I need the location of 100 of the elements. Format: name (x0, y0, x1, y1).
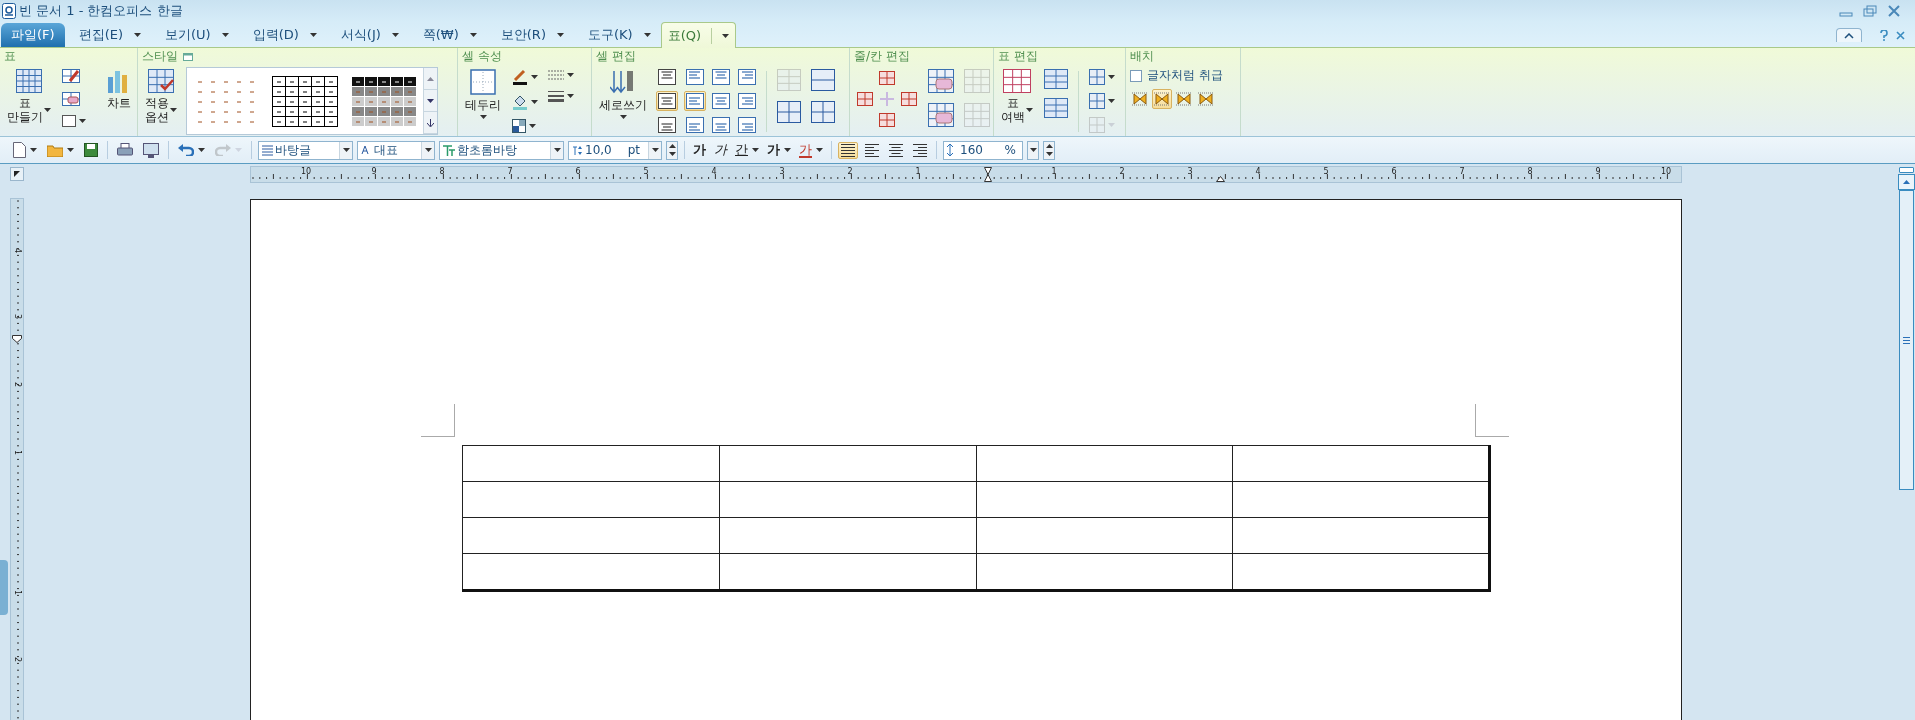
margin-marker-icon[interactable] (984, 167, 992, 182)
outline-button[interactable]: 가 (765, 141, 793, 159)
align-button[interactable] (886, 141, 906, 159)
table-cell[interactable] (719, 517, 976, 554)
print-button[interactable] (114, 141, 136, 159)
row-height-button[interactable] (1042, 67, 1070, 91)
ruler-number: 4 (1255, 167, 1261, 176)
table-cell[interactable] (462, 481, 720, 518)
scrollbar-thumb[interactable] (1899, 190, 1914, 490)
indent-marker-icon[interactable] (1216, 176, 1225, 182)
merge-cells-button[interactable] (809, 99, 837, 125)
text-wrap-button[interactable] (1130, 89, 1150, 109)
cell-align-button[interactable] (710, 91, 732, 111)
table-margin-button[interactable]: 표 여백 (998, 67, 1036, 126)
table-cell[interactable] (719, 445, 976, 482)
table-style-preview[interactable] (271, 74, 339, 128)
cell-align-button[interactable] (736, 115, 758, 135)
chart-button[interactable]: 차트 (104, 67, 134, 112)
line-spacing-field[interactable]: 160 % (943, 140, 1023, 160)
split-cells-button[interactable] (775, 99, 803, 125)
vertical-writing-button[interactable]: 세로쓰기 (596, 67, 650, 121)
print-preview-button[interactable] (140, 140, 162, 160)
close-icon[interactable] (1887, 5, 1901, 17)
menu-tab[interactable]: 표(Q) (660, 22, 737, 48)
table-cell[interactable] (719, 481, 976, 518)
align-button[interactable] (838, 141, 858, 159)
line-type-button[interactable] (546, 67, 576, 83)
vertical-align-button[interactable] (656, 115, 678, 135)
line-spacing-dropdown[interactable] (1027, 140, 1039, 160)
table-cell[interactable] (462, 517, 720, 554)
menu-tab[interactable]: 입력(D) (238, 23, 327, 47)
cell-align-button[interactable] (710, 115, 732, 135)
font-color-button[interactable]: 가 (797, 142, 825, 158)
table-cell[interactable] (1232, 445, 1490, 482)
border-button[interactable]: 테두리 (462, 67, 504, 121)
table-tool-button[interactable] (1087, 91, 1117, 111)
help-icon[interactable] (1880, 29, 1888, 41)
table-style-preview[interactable] (349, 74, 418, 128)
vertical-align-button[interactable] (656, 67, 678, 87)
insert-column-left-button[interactable] (855, 89, 875, 108)
table-cell[interactable] (976, 517, 1233, 554)
split-view-button[interactable] (1899, 167, 1914, 173)
cell-align-button[interactable] (710, 67, 732, 87)
table-cell[interactable] (976, 481, 1233, 518)
menu-tab[interactable]: 쪽(₩) (408, 23, 487, 47)
side-panel-handle[interactable] (0, 560, 8, 615)
menu-tab[interactable]: 도구(K) (574, 23, 661, 47)
delete-row-button[interactable] (926, 67, 956, 95)
font-size-field[interactable]: 10,0 pt (568, 140, 662, 160)
insert-row-above-button[interactable] (877, 68, 897, 87)
cell-align-button[interactable] (736, 67, 758, 87)
create-table-button[interactable]: 표 만들기 (4, 67, 54, 126)
menu-tab[interactable]: 보안(R) (486, 23, 574, 47)
border-color-button[interactable] (510, 67, 540, 87)
scroll-down-button[interactable] (424, 90, 437, 112)
close-icon[interactable] (1896, 30, 1905, 40)
align-button[interactable] (910, 141, 930, 159)
table-cell[interactable] (976, 445, 1233, 482)
cell-align-button[interactable] (684, 91, 706, 111)
text-wrap-button[interactable] (1152, 89, 1172, 109)
text-wrap-button[interactable] (1196, 89, 1216, 109)
table-tool-button[interactable] (1087, 67, 1117, 87)
insert-row-below-button[interactable] (877, 110, 897, 129)
merge-cells-button[interactable] (809, 67, 837, 93)
save-button[interactable] (81, 141, 101, 159)
paragraph-style-dropdown[interactable]: 바탕글 (258, 140, 353, 160)
cell-align-button[interactable] (684, 115, 706, 135)
ruler-corner-button[interactable] (10, 167, 24, 181)
table-cell[interactable] (462, 553, 720, 591)
caption-button[interactable] (60, 113, 88, 129)
font-dropdown[interactable]: 함초롬바탕 (439, 140, 564, 160)
line-spacing-spinner[interactable] (1043, 140, 1055, 160)
menu-tab[interactable]: 보기(U) (151, 23, 239, 47)
more-styles-button[interactable] (424, 112, 437, 134)
menu-tab[interactable]: 편집(E) (64, 23, 151, 47)
table-cell[interactable] (462, 445, 720, 482)
collapse-ribbon-button[interactable] (1836, 28, 1862, 42)
dialog-launcher-icon[interactable] (183, 52, 193, 61)
cell-align-button[interactable] (736, 91, 758, 111)
cell-align-button[interactable] (684, 67, 706, 87)
treat-as-char-checkbox[interactable]: 글자처럼 취급 (1130, 67, 1223, 84)
indent-marker-icon[interactable] (12, 334, 22, 343)
underline-button[interactable]: 간 (733, 141, 761, 159)
char-style-dropdown[interactable]: 대표 (357, 140, 435, 160)
line-weight-button[interactable] (546, 88, 576, 104)
file-menu-tab[interactable]: 파일(F) (1, 23, 65, 47)
insert-column-right-button[interactable] (899, 89, 919, 108)
menu-tab[interactable]: 서식(J) (326, 23, 409, 47)
align-button[interactable] (862, 141, 882, 159)
text-wrap-button[interactable] (1174, 89, 1194, 109)
delete-column-button[interactable] (926, 101, 956, 129)
apply-options-button[interactable]: 적용 옵션 (142, 67, 180, 126)
italic-button[interactable]: 가 (712, 141, 729, 159)
caret-icon (469, 33, 477, 37)
new-document-button[interactable] (10, 140, 40, 160)
row-distribute-button[interactable] (1042, 96, 1070, 120)
scroll-up-button[interactable] (1898, 174, 1915, 190)
vertical-align-button[interactable] (656, 91, 678, 111)
bold-button[interactable]: 가 (691, 141, 708, 159)
font-size-spinner[interactable] (666, 140, 678, 160)
